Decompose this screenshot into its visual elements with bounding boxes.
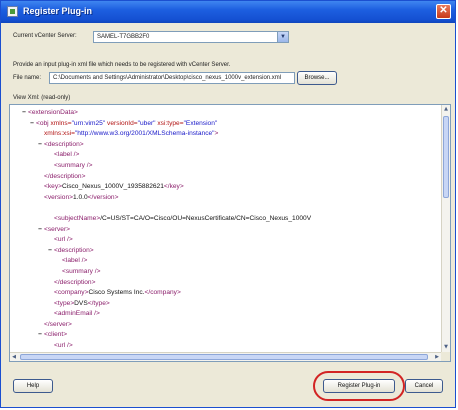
xml-token: </description> (44, 172, 86, 180)
xml-line: </description> (10, 278, 441, 289)
xml-line: <adminEmail /> (10, 309, 441, 320)
xml-line: <summary /> (10, 267, 441, 278)
xml-line: <type>DVS</type> (10, 299, 441, 310)
dialog-title: Register Plug-in (23, 6, 93, 16)
horizontal-scrollbar[interactable]: ◀ ▶ (10, 352, 441, 361)
register-plugin-dialog: Register Plug-in ✕ Current vCenter Serve… (0, 0, 456, 408)
collapse-toggle-icon[interactable]: − (36, 140, 44, 151)
xml-token: <extensionData> (28, 109, 78, 116)
cancel-button[interactable]: Cancel (405, 379, 443, 393)
title-bar[interactable]: Register Plug-in ✕ (1, 1, 455, 23)
xml-token: </description> (54, 278, 96, 286)
xml-token: "urn:vim25" (71, 119, 108, 127)
xml-token: </server> (44, 320, 72, 328)
xml-token: Cisco_Nexus_1000V_1935882621 (61, 183, 164, 191)
collapse-toggle-icon[interactable]: − (20, 108, 28, 119)
xml-token: DVS (74, 299, 88, 307)
xml-token: > (214, 130, 219, 138)
scroll-up-icon[interactable]: ▲ (442, 105, 450, 114)
xml-token: </type> (87, 299, 110, 307)
xml-token: <summary /> (54, 161, 93, 169)
xml-token: <subjectName> (54, 214, 101, 222)
xml-token: <key> (44, 183, 62, 191)
xml-token: <url /> (54, 236, 73, 244)
xml-line: − <server> (10, 225, 441, 236)
close-icon[interactable]: ✕ (436, 4, 451, 19)
xml-line: xmlns:xsi="http://www.w3.org/2001/XMLSch… (10, 129, 441, 140)
xml-token: "Extension" (183, 119, 218, 127)
xml-token: <type> (54, 299, 75, 307)
xml-line: <summary /> (10, 161, 441, 172)
xml-token: <description> (54, 246, 94, 254)
app-icon (7, 6, 18, 17)
xml-token: <client> (44, 331, 68, 339)
horizontal-scroll-thumb[interactable] (20, 354, 428, 360)
xml-token: <version> (44, 193, 73, 201)
file-name-label: File name: (13, 75, 42, 81)
help-button[interactable]: Help (13, 379, 53, 393)
xml-token: <label /> (54, 151, 80, 159)
xml-token: Cisco Systems Inc. (88, 289, 145, 297)
xml-token: versionId= (107, 119, 138, 127)
xml-line: </server> (10, 320, 441, 331)
xml-line: − <obj xmlns="urn:vim25" versionId="uber"… (10, 119, 441, 130)
xml-line: <version>1.0.0</version> (10, 193, 441, 204)
xml-line: <company>Cisco Systems Inc.</company> (10, 288, 441, 299)
collapse-toggle-icon[interactable]: − (28, 119, 36, 130)
xml-line: <subjectName>/C=US/ST=CA/O=Cisco/OU=Nexu… (10, 214, 441, 225)
xml-token: <server> (44, 225, 71, 233)
browse-button[interactable]: Browse... (297, 71, 337, 85)
xml-line: − <client> (10, 330, 441, 341)
scroll-right-icon[interactable]: ▶ (433, 353, 441, 361)
xml-lines: − <extensionData> − <obj xmlns="urn:vim25" … (10, 108, 441, 352)
xml-line: <label /> (10, 256, 441, 267)
scroll-left-icon[interactable]: ◀ (10, 353, 18, 361)
xml-token: xsi:type= (157, 119, 184, 127)
vertical-scrollbar[interactable]: ▲ ▼ (441, 105, 450, 352)
server-label: Current vCenter Server: (13, 33, 77, 39)
collapse-toggle-icon[interactable]: − (36, 330, 44, 341)
xml-token: <obj (36, 119, 51, 127)
collapse-toggle-icon[interactable]: − (36, 225, 44, 236)
view-xml-label: View Xml: (read-only) (13, 95, 71, 101)
xml-token: </version> (87, 193, 119, 201)
file-name-field[interactable]: C:\Documents and Settings\Administrator\… (49, 72, 295, 84)
xml-line: − <description> (10, 140, 441, 151)
xml-line: − <extensionData> (10, 108, 441, 119)
xml-token: /C=US/ST=CA/O=Cisco/OU=NexusCertificate/… (100, 214, 312, 222)
xml-token: <summary /> (62, 267, 101, 275)
xml-token: xmlns= (50, 119, 72, 127)
xml-line: <label /> (10, 150, 441, 161)
xml-token: <description> (44, 140, 84, 148)
instructions-text: Provide an input plug-in xml file which … (13, 62, 231, 68)
xml-token: </company> (144, 289, 181, 297)
xml-token: <company> (54, 289, 89, 297)
xml-line: <url /> (10, 341, 441, 352)
xml-token: </key> (163, 183, 184, 191)
xml-line (10, 203, 441, 214)
server-select[interactable]: SAMEL-T7GBB2F0 ▼ (93, 31, 289, 43)
xml-token: "uber" (137, 119, 158, 127)
xml-token: "http://www.w3.org/2001/XMLSchema-instan… (74, 130, 215, 138)
xml-line: <url /> (10, 235, 441, 246)
xml-token: 1.0.0 (72, 193, 88, 201)
xml-token: <adminEmail /> (54, 310, 100, 318)
xml-line: <key>Cisco_Nexus_1000V_1935882621</key> (10, 182, 441, 193)
collapse-toggle-icon[interactable]: − (46, 246, 54, 257)
server-select-value: SAMEL-T7GBB2F0 (97, 34, 150, 40)
vertical-scroll-thumb[interactable] (443, 116, 449, 198)
xml-line: </description> (10, 172, 441, 183)
annotation-ring (313, 371, 405, 401)
xml-token: <url /> (54, 342, 73, 350)
scroll-corner (441, 352, 450, 361)
chevron-down-icon[interactable]: ▼ (277, 32, 288, 42)
xml-token: xmlns:xsi= (44, 130, 75, 138)
scroll-down-icon[interactable]: ▼ (442, 343, 450, 352)
xml-viewer[interactable]: − <extensionData> − <obj xmlns="urn:vim25" … (9, 104, 451, 362)
xml-line: − <description> (10, 246, 441, 257)
xml-token: <label /> (62, 257, 88, 265)
